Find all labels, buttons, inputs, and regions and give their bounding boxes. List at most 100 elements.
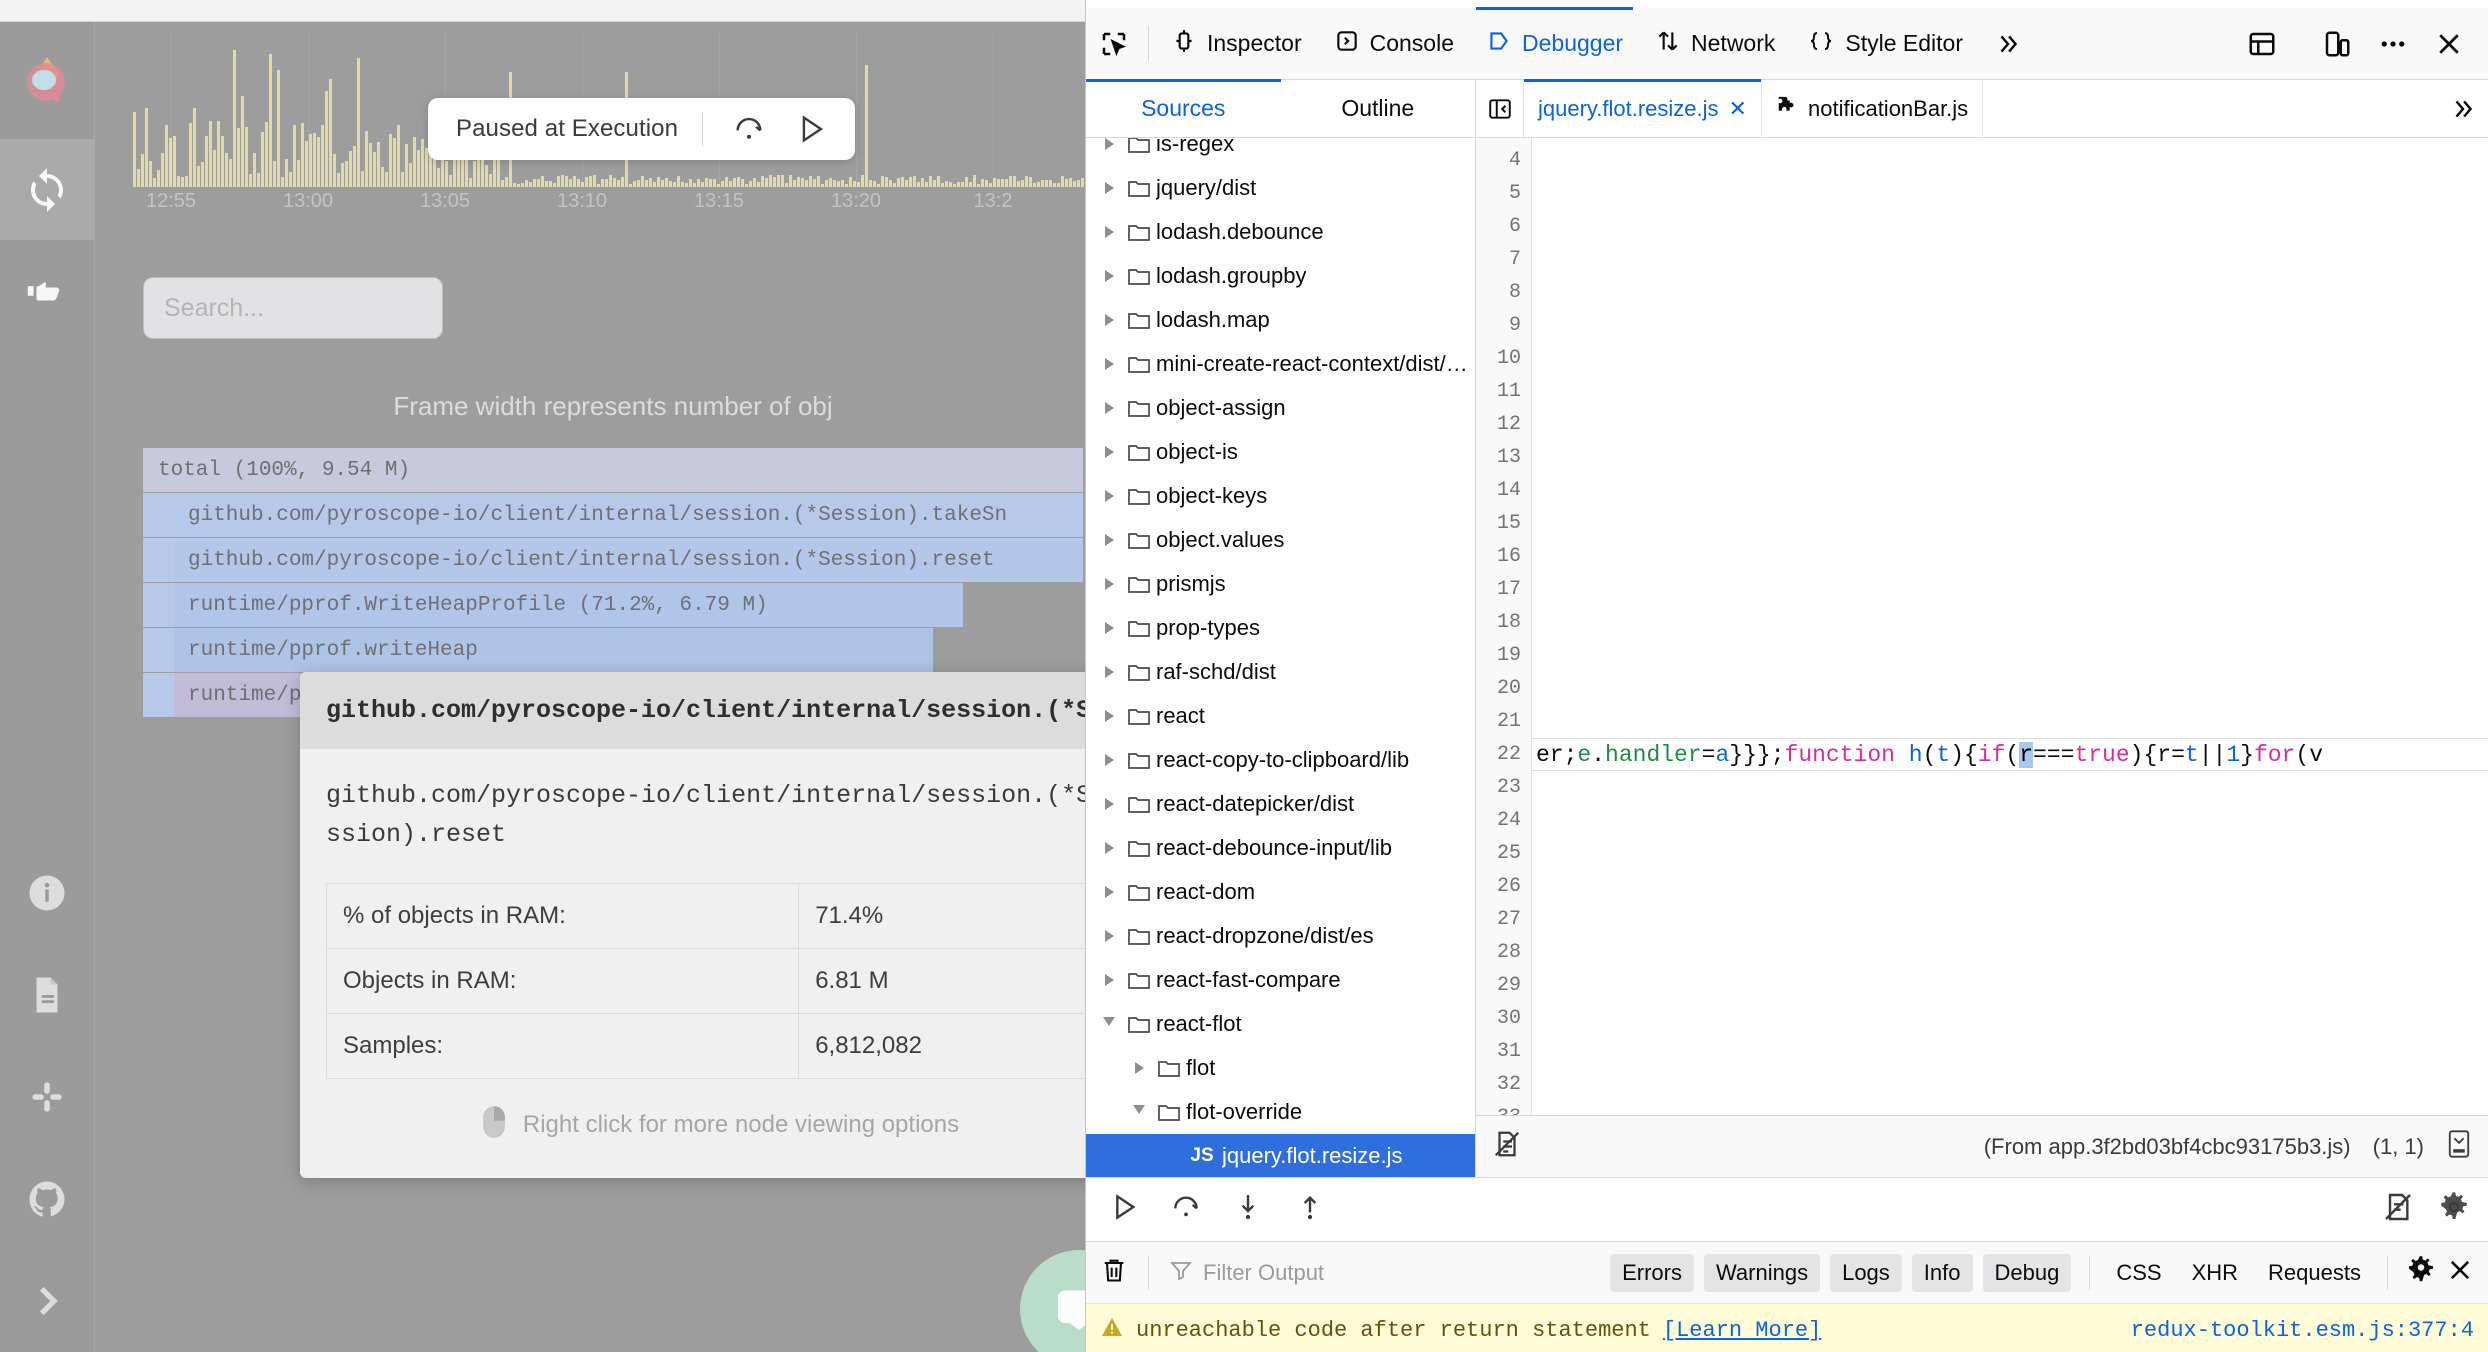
code-line[interactable]	[1532, 540, 2488, 573]
line-number[interactable]: 23	[1476, 771, 1521, 804]
resume-icon[interactable]	[1108, 1191, 1140, 1228]
responsive-mode-icon[interactable]	[2312, 19, 2362, 69]
line-number[interactable]: 10	[1476, 342, 1521, 375]
tree-folder-item[interactable]: raf-schd/dist	[1086, 650, 1475, 694]
chevron-right-icon[interactable]	[1096, 314, 1122, 326]
tab-inspector[interactable]: Inspector	[1155, 8, 1318, 79]
pyroscope-flame-logo[interactable]	[0, 22, 95, 140]
chevron-right-icon[interactable]	[1126, 1062, 1152, 1074]
line-number[interactable]: 25	[1476, 837, 1521, 870]
flamegraph-node[interactable]: runtime/pprof.WriteHeapProfile (71.2%, 6…	[173, 583, 963, 627]
file-tab-jquery-flot-resize-js[interactable]: jquery.flot.resize.js ✕	[1524, 79, 1762, 137]
code-line[interactable]	[1532, 441, 2488, 474]
line-number[interactable]: 30	[1476, 1002, 1521, 1035]
flamegraph-node[interactable]: github.com/pyroscope-io/client/internal/…	[173, 493, 1083, 537]
flamegraph-node[interactable]: total (100%, 9.54 M)	[143, 448, 1083, 492]
chevron-right-icon[interactable]	[1096, 270, 1122, 282]
tree-folder-item[interactable]: react-copy-to-clipboard/lib	[1086, 738, 1475, 782]
sidebar-item-info[interactable]	[0, 842, 95, 944]
tab-style-editor[interactable]: Style Editor	[1791, 8, 1979, 79]
code-line[interactable]	[1532, 276, 2488, 309]
console-filter-logs[interactable]: Logs	[1830, 1253, 1902, 1292]
step-over-icon[interactable]	[1170, 1191, 1202, 1228]
code-line[interactable]	[1532, 1101, 2488, 1115]
trash-icon[interactable]	[1100, 1256, 1128, 1289]
line-number[interactable]: 13	[1476, 441, 1521, 474]
step-over-icon[interactable]	[727, 107, 771, 151]
split-console-icon[interactable]	[2237, 19, 2287, 69]
close-tab-icon[interactable]: ✕	[1729, 96, 1747, 122]
tree-folder-item[interactable]: object-keys	[1086, 474, 1475, 518]
chevron-right-icon[interactable]	[1096, 886, 1122, 898]
code-line[interactable]	[1532, 903, 2488, 936]
line-number[interactable]: 18	[1476, 606, 1521, 639]
line-number[interactable]: 20	[1476, 672, 1521, 705]
console-filter-xhr[interactable]: XHR	[2184, 1254, 2246, 1292]
line-number[interactable]: 5	[1476, 177, 1521, 210]
chevron-right-icon[interactable]	[1096, 402, 1122, 414]
chevron-right-icon[interactable]	[1096, 798, 1122, 810]
code-line[interactable]	[1532, 870, 2488, 903]
tree-folder-item[interactable]: object.values	[1086, 518, 1475, 562]
code-line[interactable]	[1532, 507, 2488, 540]
code-line[interactable]	[1532, 969, 2488, 1002]
line-number[interactable]: 28	[1476, 936, 1521, 969]
code-line[interactable]	[1532, 1035, 2488, 1068]
tab-console[interactable]: Console	[1318, 8, 1470, 79]
scroll-to-bottom-icon[interactable]	[2446, 1129, 2472, 1165]
tree-folder-item[interactable]: react-debounce-input/lib	[1086, 826, 1475, 870]
tree-folder-item[interactable]: object-assign	[1086, 386, 1475, 430]
tree-folder-item[interactable]: prismjs	[1086, 562, 1475, 606]
chevron-right-icon[interactable]	[1096, 490, 1122, 502]
code-line[interactable]	[1532, 804, 2488, 837]
code-line[interactable]	[1532, 375, 2488, 408]
line-number[interactable]: 33	[1476, 1101, 1521, 1115]
element-picker-icon[interactable]	[1086, 8, 1142, 79]
flamegraph-node[interactable]: runtime/pprof.writeHeap	[173, 628, 933, 672]
code-line[interactable]	[1532, 408, 2488, 441]
line-number[interactable]: 26	[1476, 870, 1521, 903]
pause-on-exceptions-icon[interactable]	[2382, 1191, 2414, 1228]
chevron-down-icon[interactable]	[1126, 1104, 1152, 1120]
line-number[interactable]: 15	[1476, 507, 1521, 540]
code-line[interactable]	[1532, 342, 2488, 375]
tree-folder-item[interactable]: is-regex	[1086, 138, 1475, 166]
resume-play-icon[interactable]	[789, 107, 833, 151]
code-line[interactable]	[1532, 771, 2488, 804]
tab-sources[interactable]: Sources	[1086, 79, 1281, 137]
file-tab-notificationBar-js[interactable]: notificationBar.js	[1762, 80, 1984, 137]
console-messages[interactable]: unreachable code after return statement […	[1086, 1303, 2488, 1352]
chevron-right-icon[interactable]	[1096, 226, 1122, 238]
chevron-right-icon[interactable]	[1096, 754, 1122, 766]
chevron-right-icon[interactable]	[1096, 358, 1122, 370]
tree-folder-item[interactable]: lodash.debounce	[1086, 210, 1475, 254]
tree-folder-item[interactable]: lodash.map	[1086, 298, 1475, 342]
line-number[interactable]: 21	[1476, 705, 1521, 738]
tree-folder-item[interactable]: flot	[1086, 1046, 1475, 1090]
chevron-right-icon[interactable]	[1096, 666, 1122, 678]
flamegraph-row[interactable]: runtime/pprof.WriteHeapProfile (71.2%, 6…	[143, 583, 1083, 627]
console-filter-input[interactable]: Filter Output	[1169, 1258, 1469, 1288]
chevron-right-icon[interactable]	[1096, 534, 1122, 546]
line-number[interactable]: 7	[1476, 243, 1521, 276]
tab-outline[interactable]: Outline	[1281, 80, 1476, 137]
code-line[interactable]	[1532, 573, 2488, 606]
chevron-right-icon[interactable]	[1096, 842, 1122, 854]
ellipsis-icon[interactable]	[2368, 19, 2418, 69]
close-icon[interactable]	[2424, 19, 2474, 69]
console-close-icon[interactable]	[2446, 1256, 2474, 1289]
tree-folder-item[interactable]: lodash.groupby	[1086, 254, 1475, 298]
code-line[interactable]	[1532, 309, 2488, 342]
prettyprint-icon[interactable]	[1492, 1129, 1522, 1165]
line-number[interactable]: 12	[1476, 408, 1521, 441]
collapse-panel-icon[interactable]	[1476, 80, 1524, 137]
sources-tree-pane[interactable]: is-regex jquery/dist lodash.debounce lodash…	[1086, 138, 1476, 1178]
tree-folder-item[interactable]: react-flot	[1086, 1002, 1475, 1046]
console-settings-gear-icon[interactable]	[2406, 1255, 2436, 1290]
step-in-icon[interactable]	[1232, 1191, 1264, 1228]
line-number[interactable]: 22	[1476, 738, 1521, 771]
console-message-source-link[interactable]: redux-toolkit.esm.js:377:4	[2131, 1318, 2474, 1343]
tree-folder-item[interactable]: prop-types	[1086, 606, 1475, 650]
line-number[interactable]: 27	[1476, 903, 1521, 936]
step-out-icon[interactable]	[1294, 1191, 1326, 1228]
